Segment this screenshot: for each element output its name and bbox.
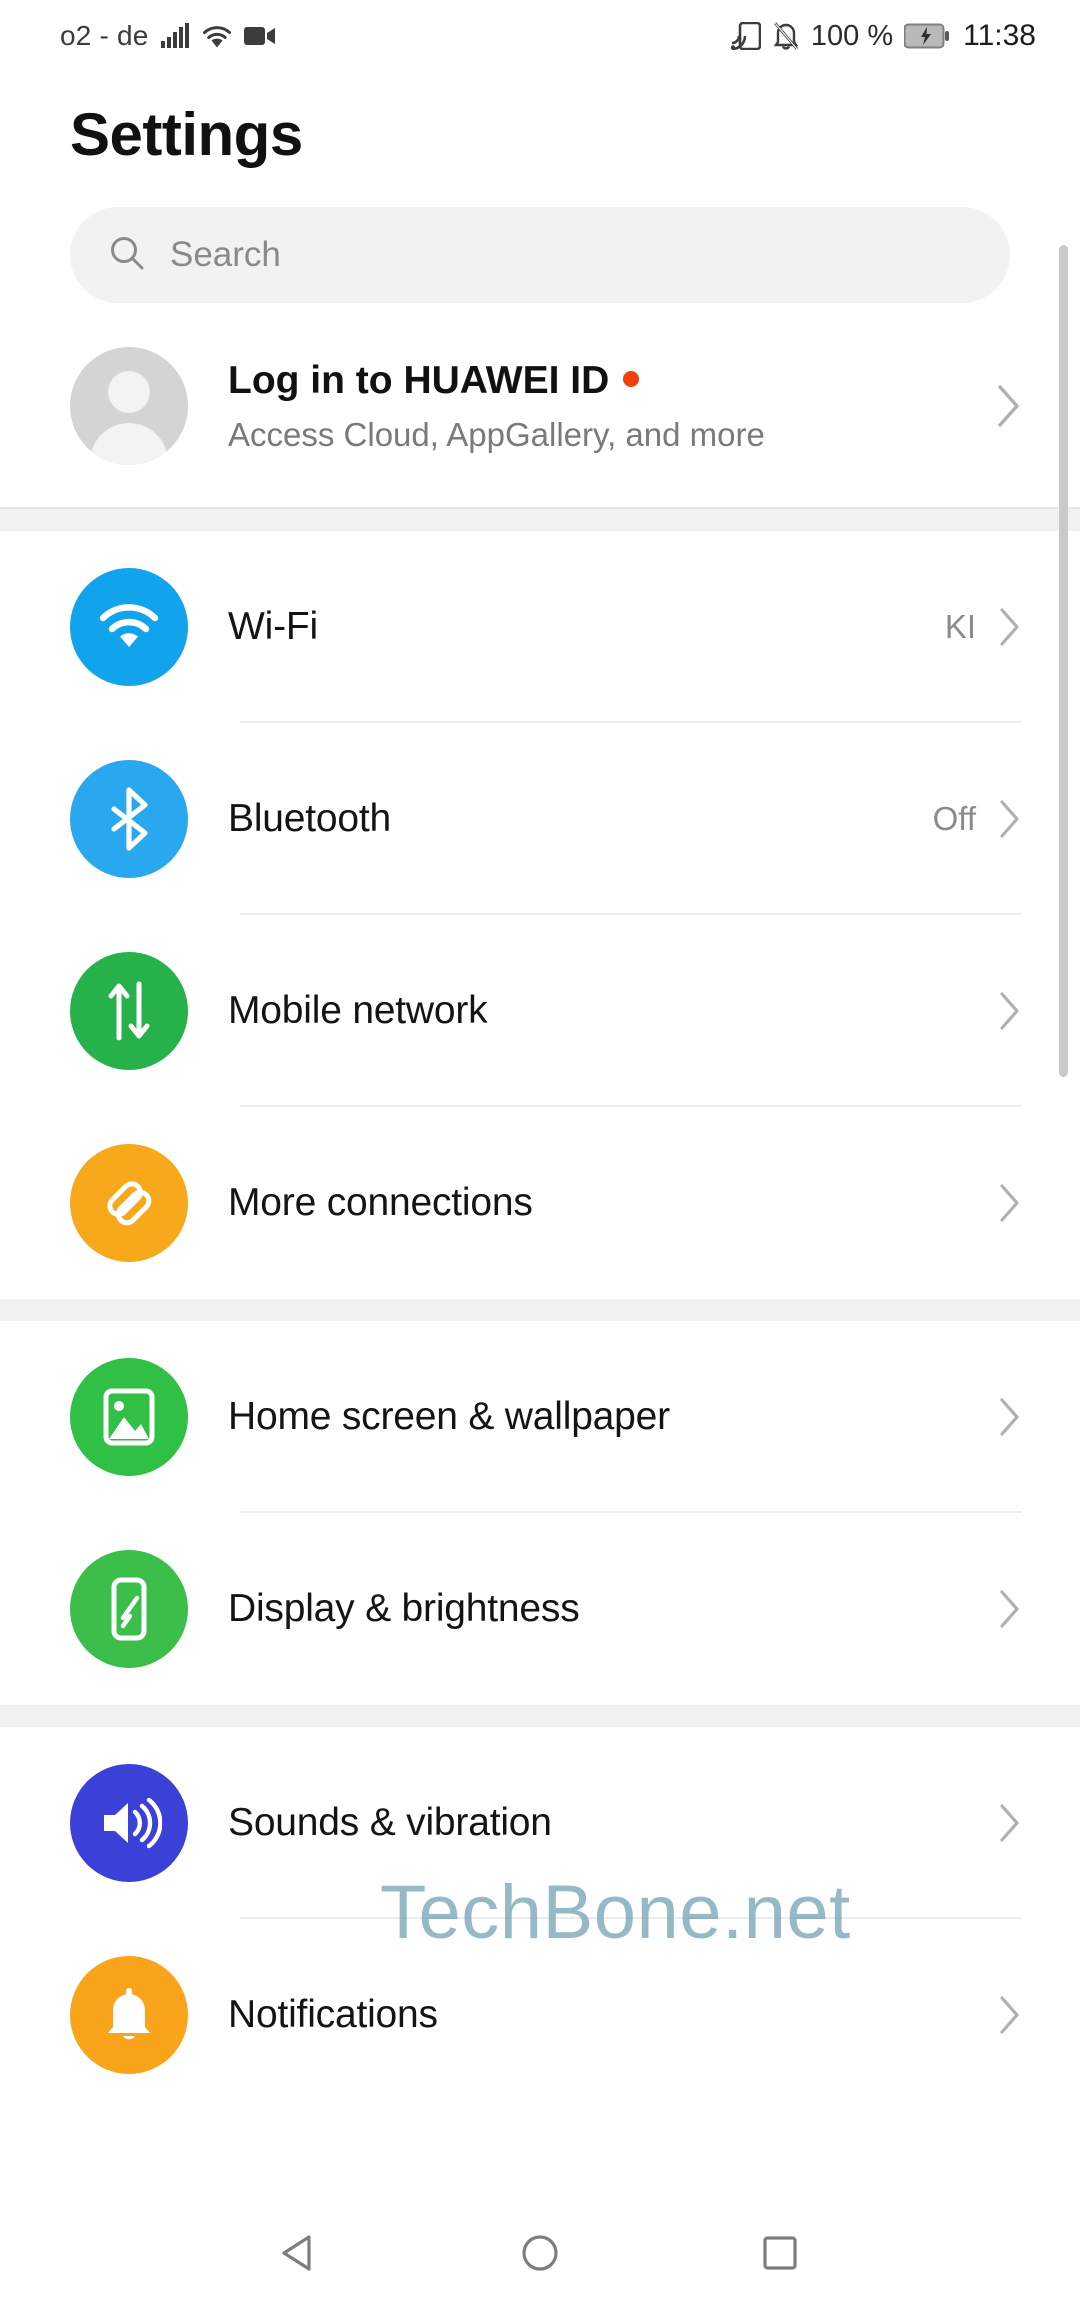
status-bar: o2 - de 100 % 11:38 xyxy=(0,0,1080,72)
settings-row-label: Home screen & wallpaper xyxy=(228,1395,670,1438)
account-subtitle: Access Cloud, AppGallery, and more xyxy=(228,415,765,453)
section-divider xyxy=(0,1705,1080,1727)
chevron-right-icon xyxy=(998,1994,1022,2036)
navigation-bar xyxy=(0,2194,1080,2312)
chevron-right-icon xyxy=(998,990,1022,1032)
back-triangle-icon[interactable] xyxy=(274,2227,326,2279)
settings-row-label: Notifications xyxy=(228,1993,438,2036)
section-sound-notifications: Sounds & vibration Notifications xyxy=(0,1727,1080,2111)
status-bar-right: 100 % 11:38 xyxy=(730,19,1036,53)
chevron-right-icon xyxy=(998,1588,1022,1630)
chevron-right-icon xyxy=(998,1396,1022,1438)
settings-row-label: Sounds & vibration xyxy=(228,1801,552,1844)
bluetooth-icon xyxy=(70,760,188,878)
settings-row-notifications[interactable]: Notifications xyxy=(0,1919,1080,2111)
status-bar-left: o2 - de xyxy=(60,20,276,52)
section-divider xyxy=(0,1299,1080,1321)
wifi-icon xyxy=(70,568,188,686)
bell-muted-icon xyxy=(772,21,800,51)
speaker-icon xyxy=(70,1764,188,1882)
clock-label: 11:38 xyxy=(963,19,1036,52)
page-title: Settings xyxy=(70,101,303,168)
brightness-phone-icon xyxy=(70,1550,188,1668)
carrier-label: o2 - de xyxy=(60,20,149,51)
settings-row-mobile-network[interactable]: Mobile network xyxy=(0,915,1080,1107)
bell-icon xyxy=(70,1956,188,2074)
settings-row-home-screen-wallpaper[interactable]: Home screen & wallpaper xyxy=(0,1321,1080,1513)
huawei-id-row[interactable]: Log in to HUAWEI ID Access Cloud, AppGal… xyxy=(0,303,1080,507)
settings-row-label: More connections xyxy=(228,1181,533,1224)
status-badge xyxy=(622,370,639,387)
scrollbar-thumb[interactable] xyxy=(1059,245,1068,1077)
chevron-right-icon xyxy=(998,606,1022,648)
chevron-right-icon xyxy=(998,1802,1022,1844)
account-text: Log in to HUAWEI ID Access Cloud, AppGal… xyxy=(228,359,996,454)
recents-square-icon[interactable] xyxy=(754,2227,806,2279)
settings-row-display-brightness[interactable]: Display & brightness xyxy=(0,1513,1080,1705)
settings-row-wifi[interactable]: Wi-Fi KI xyxy=(0,531,1080,723)
chevron-right-icon xyxy=(998,1182,1022,1224)
wifi-icon xyxy=(201,23,233,49)
data-transfer-icon xyxy=(70,952,188,1070)
cellular-signal-icon xyxy=(160,23,190,49)
video-recording-icon xyxy=(243,25,276,47)
image-icon xyxy=(70,1358,188,1476)
account-title: Log in to HUAWEI ID xyxy=(228,358,610,402)
section-appearance: Home screen & wallpaper Display & bright… xyxy=(0,1321,1080,1705)
search-icon xyxy=(108,234,146,277)
search-placeholder: Search xyxy=(170,235,281,274)
settings-row-value: Off xyxy=(932,800,976,837)
search-section: Search xyxy=(0,169,1080,303)
link-icon xyxy=(70,1144,188,1262)
user-avatar-icon xyxy=(70,347,188,465)
section-divider xyxy=(0,509,1080,531)
settings-row-sounds-vibration[interactable]: Sounds & vibration xyxy=(0,1727,1080,1919)
home-circle-icon[interactable] xyxy=(514,2227,566,2279)
search-input[interactable]: Search xyxy=(70,207,1010,303)
settings-row-value: KI xyxy=(944,608,976,645)
chevron-right-icon xyxy=(998,798,1022,840)
settings-row-more-connections[interactable]: More connections xyxy=(0,1107,1080,1299)
settings-row-label: Mobile network xyxy=(228,989,488,1032)
battery-percent-label: 100 % xyxy=(810,19,894,52)
settings-row-label: Wi-Fi xyxy=(228,605,318,648)
settings-row-label: Bluetooth xyxy=(228,797,391,840)
cast-icon xyxy=(730,22,761,50)
settings-row-bluetooth[interactable]: Bluetooth Off xyxy=(0,723,1080,915)
settings-row-label: Display & brightness xyxy=(228,1587,580,1630)
section-connectivity: Wi-Fi KI Bluetooth Off Mobile network Mo… xyxy=(0,531,1080,1299)
chevron-right-icon xyxy=(996,383,1022,429)
battery-charging-icon xyxy=(904,23,950,49)
screen: o2 - de 100 % 11:38 Settings Search Log … xyxy=(0,0,1080,2312)
